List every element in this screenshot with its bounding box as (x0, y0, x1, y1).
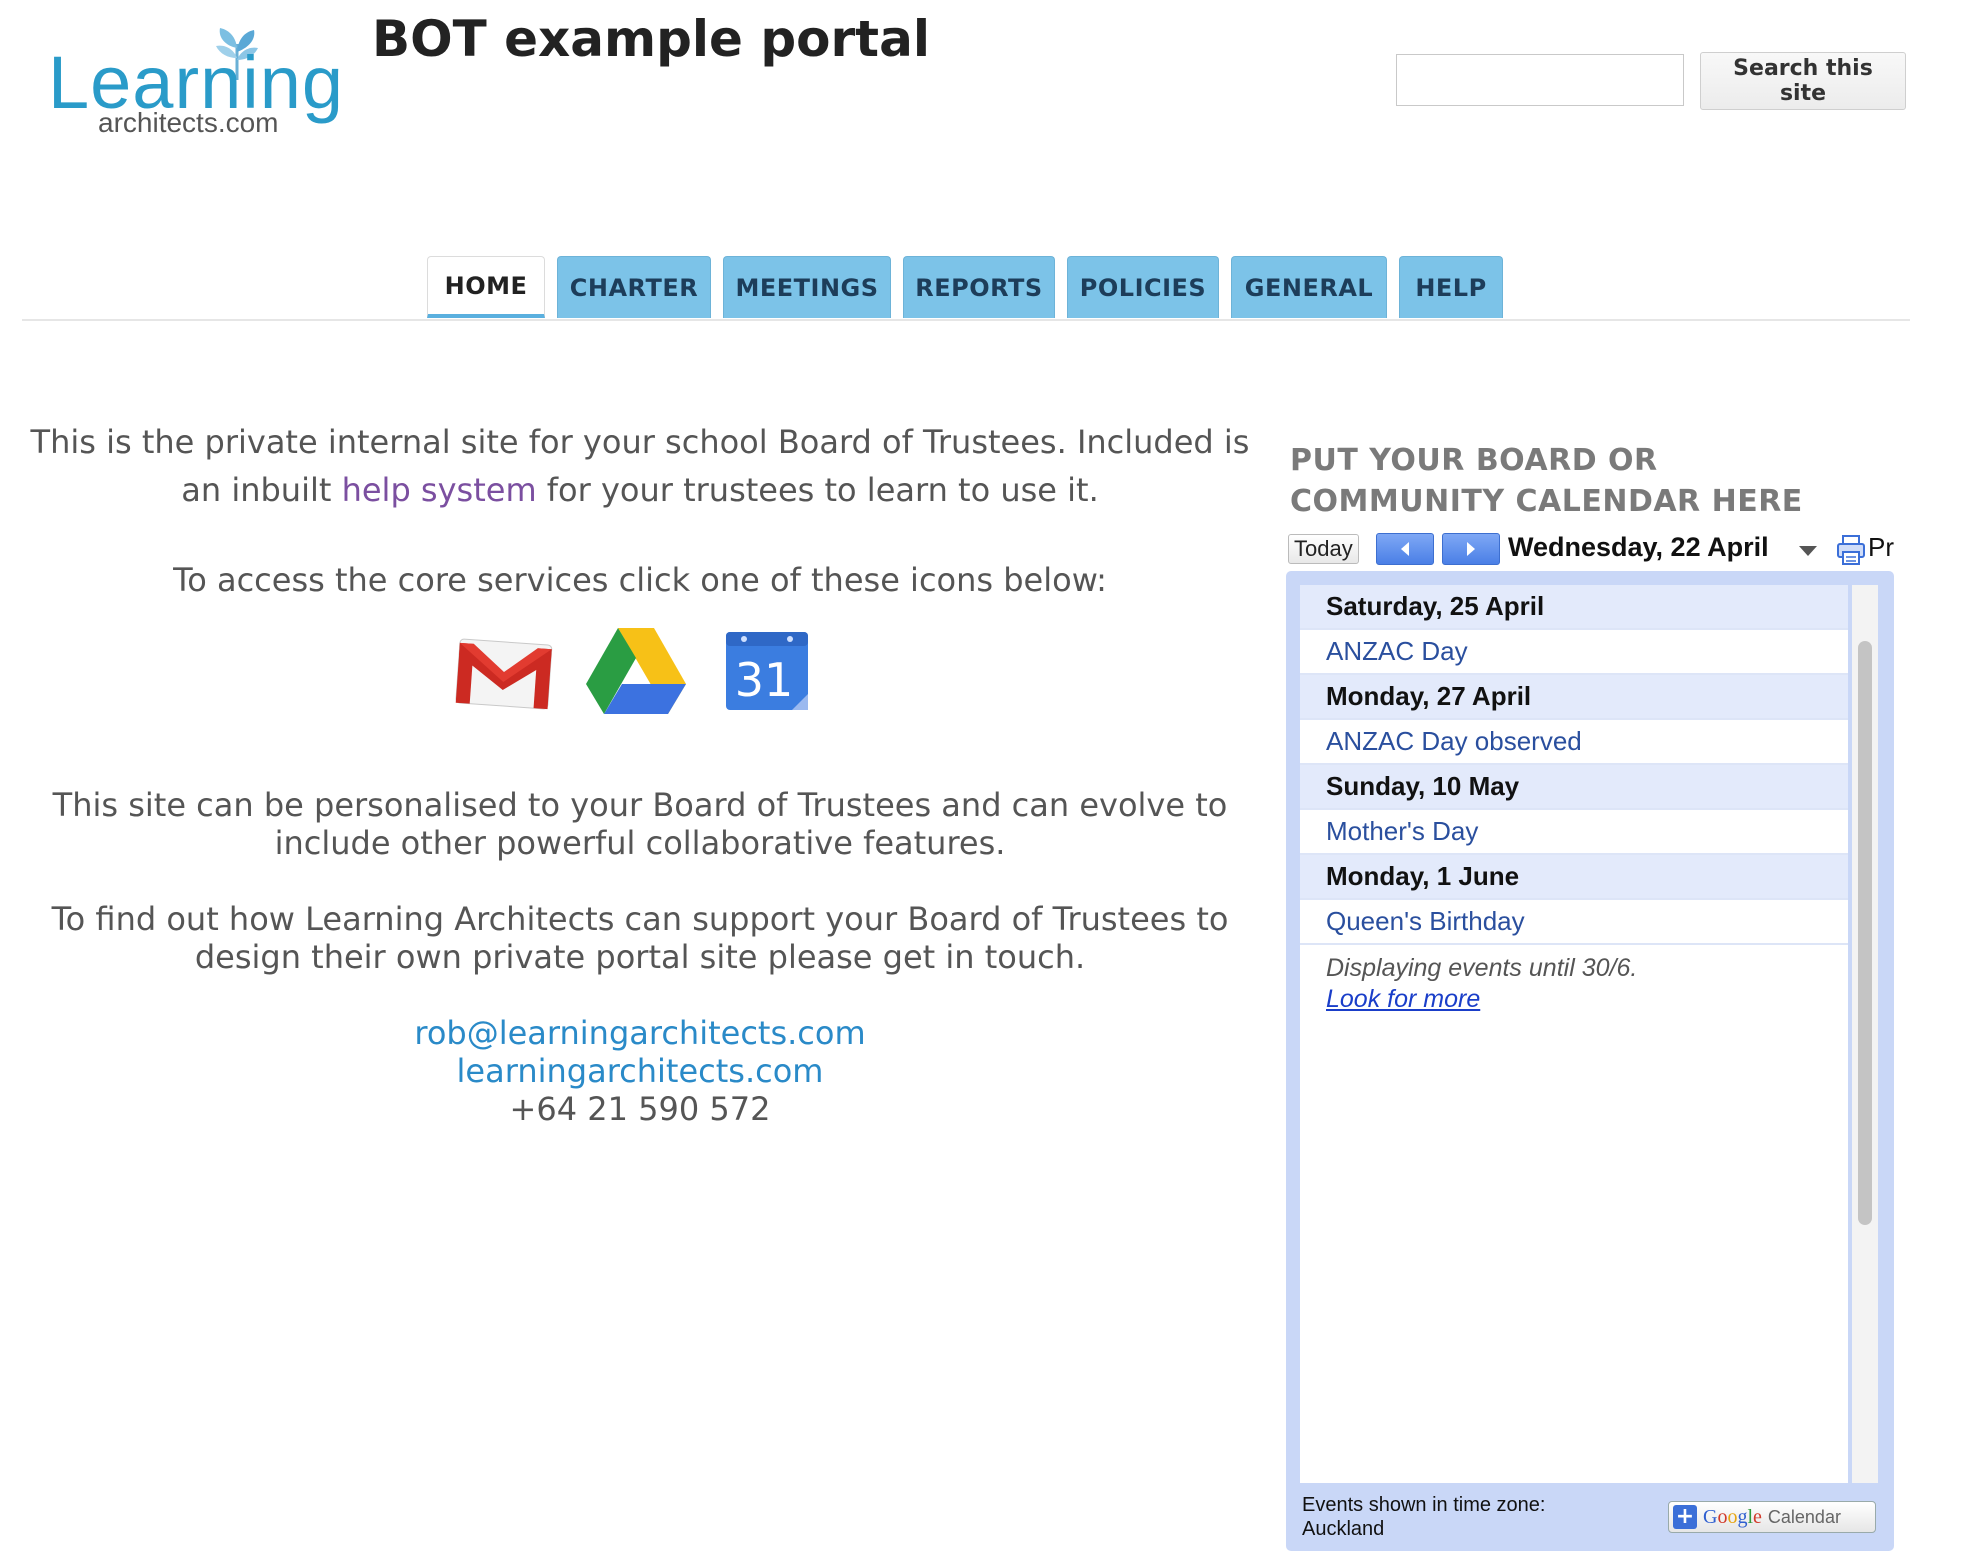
calendar-scrollbar-thumb[interactable] (1858, 641, 1872, 1225)
svg-text:31: 31 (735, 653, 794, 707)
nav-divider (22, 319, 1910, 321)
agenda-day-header: Monday, 1 June (1300, 855, 1848, 900)
calendar-agenda-frame: Saturday, 25 April ANZAC Day Monday, 27 … (1286, 571, 1894, 1551)
contact-prompt-text: To find out how Learning Architects can … (51, 900, 1229, 976)
search-button[interactable]: Search this site (1700, 52, 1906, 110)
calendar-agenda-list: Saturday, 25 April ANZAC Day Monday, 27 … (1300, 585, 1848, 1483)
calendar-prev-button[interactable] (1376, 533, 1434, 565)
look-for-more-link[interactable]: Look for more (1326, 985, 1480, 1013)
agenda-range-note: Displaying events until 30/6. Look for m… (1300, 945, 1848, 1015)
contact-phone: +64 21 590 572 (509, 1090, 771, 1128)
calendar-print-label[interactable]: Pr (1868, 532, 1894, 563)
logo-domain: architects.com (98, 107, 279, 138)
agenda-event[interactable]: Queen's Birthday (1300, 900, 1848, 945)
agenda-event[interactable]: Mother's Day (1300, 810, 1848, 855)
calendar-toolbar: Today Wednesday, 22 April Pr (1288, 530, 1908, 570)
intro-text-end: for your trustees to learn to use it. (536, 471, 1099, 509)
plus-icon: + (1673, 1505, 1697, 1529)
agenda-day-header: Saturday, 25 April (1300, 585, 1848, 630)
calendar-scrollbar[interactable] (1852, 585, 1878, 1483)
calendar-timezone: Events shown in time zone: Auckland (1302, 1493, 1545, 1541)
core-services-icons: 31 (30, 628, 1250, 728)
gmail-icon[interactable] (452, 628, 556, 716)
agenda-range-text: Displaying events until 30/6. (1326, 954, 1638, 982)
chevron-down-icon[interactable] (1798, 545, 1818, 557)
google-calendar-icon[interactable]: 31 (722, 628, 812, 714)
calendar-current-date: Wednesday, 22 April (1508, 532, 1769, 562)
printer-icon[interactable] (1836, 534, 1866, 566)
timezone-value: Auckland (1302, 1518, 1385, 1540)
website-link[interactable]: learningarchitects.com (457, 1052, 824, 1090)
access-instructions: To access the core services click one of… (173, 561, 1107, 599)
chevron-right-icon (1467, 542, 1475, 556)
calendar-wordmark: Calendar (1767, 1506, 1841, 1527)
tab-reports[interactable]: REPORTS (903, 256, 1055, 318)
agenda-event[interactable]: ANZAC Day observed (1300, 720, 1848, 765)
add-to-google-calendar-button[interactable]: + Google Calendar (1668, 1501, 1876, 1533)
tab-policies[interactable]: POLICIES (1067, 256, 1219, 318)
personalise-text: This site can be personalised to your Bo… (52, 786, 1228, 862)
agenda-day-header: Sunday, 10 May (1300, 765, 1848, 810)
agenda-day-header: Monday, 27 April (1300, 675, 1848, 720)
calendar-next-button[interactable] (1442, 533, 1500, 565)
google-drive-icon[interactable] (584, 622, 688, 718)
site-title: BOT example portal (372, 10, 930, 68)
tab-home[interactable]: HOME (427, 256, 545, 318)
help-system-link[interactable]: help system (342, 471, 537, 509)
search-input[interactable] (1396, 54, 1684, 106)
tab-help[interactable]: HELP (1399, 256, 1503, 318)
main-content: This is the private internal site for yo… (30, 418, 1250, 1128)
timezone-label: Events shown in time zone: (1302, 1494, 1546, 1516)
chevron-left-icon (1401, 542, 1409, 556)
google-wordmark: Google (1703, 1505, 1762, 1528)
calendar-heading: PUT YOUR BOARD OR COMMUNITY CALENDAR HER… (1290, 443, 1803, 519)
agenda-event[interactable]: ANZAC Day (1300, 630, 1848, 675)
learning-architects-logo[interactable]: Learning architects.com (48, 24, 343, 144)
calendar-today-button[interactable]: Today (1288, 534, 1359, 564)
tab-charter[interactable]: CHARTER (557, 256, 711, 318)
tab-general[interactable]: GENERAL (1231, 256, 1387, 318)
contact-email-link[interactable]: rob@learningarchitects.com (414, 1014, 865, 1052)
tab-meetings[interactable]: MEETINGS (723, 256, 891, 318)
contact-block: rob@learningarchitects.com learningarchi… (30, 1014, 1250, 1128)
intro-text: This is the private internal site for yo… (30, 418, 1250, 514)
